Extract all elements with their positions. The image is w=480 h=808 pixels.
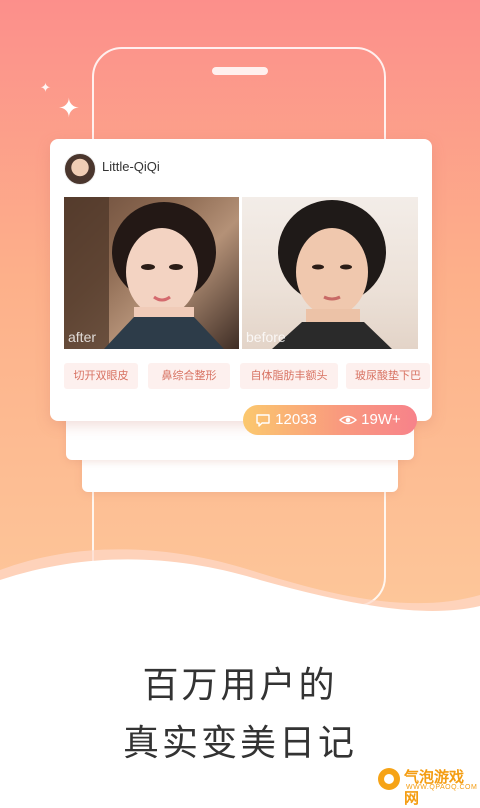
wave-divider [0, 549, 480, 630]
after-face-illustration [64, 197, 224, 349]
tag-forehead-fat-graft[interactable]: 自体脂肪丰额头 [240, 363, 338, 389]
eye-icon [339, 415, 357, 425]
phone-speaker [212, 67, 268, 75]
after-label: after [68, 329, 97, 345]
comment-icon [256, 414, 270, 427]
view-stat[interactable]: 19W+ [339, 405, 401, 435]
view-count: 19W+ [361, 411, 401, 428]
username[interactable]: Little-QiQi [102, 159, 160, 174]
comment-count: 12033 [275, 411, 317, 428]
procedure-tags: 切开双眼皮 鼻综合整形 自体脂肪丰额头 玻尿酸垫下巴 [64, 363, 430, 391]
watermark: 气泡游戏网 WWW.QPAOQ.COM [378, 766, 478, 807]
tag-double-eyelid[interactable]: 切开双眼皮 [64, 363, 138, 389]
after-photo[interactable]: after [64, 197, 239, 349]
tag-rhinoplasty[interactable]: 鼻综合整形 [148, 363, 230, 389]
tag-chin-filler[interactable]: 玻尿酸垫下巴 [346, 363, 430, 389]
sparkle-small-icon: ✦ [40, 81, 51, 96]
before-face-illustration [272, 200, 392, 349]
watermark-logo-icon [378, 768, 400, 790]
sparkle-large-icon: ✦ [58, 94, 80, 124]
before-label: before [246, 329, 286, 345]
avatar[interactable] [64, 153, 96, 185]
stats-pill: 12033 19W+ [243, 405, 417, 435]
diary-card[interactable]: Little-QiQi after before 切开双眼皮 鼻综合整形 自体脂… [50, 139, 432, 421]
comment-stat[interactable]: 12033 [255, 405, 317, 435]
watermark-url: WWW.QPAOQ.COM [406, 784, 478, 791]
headline-line-2: 真实变美日记 [122, 723, 357, 764]
before-photo[interactable]: before [242, 197, 418, 349]
headline-line-1: 百万用户的 [142, 665, 338, 706]
